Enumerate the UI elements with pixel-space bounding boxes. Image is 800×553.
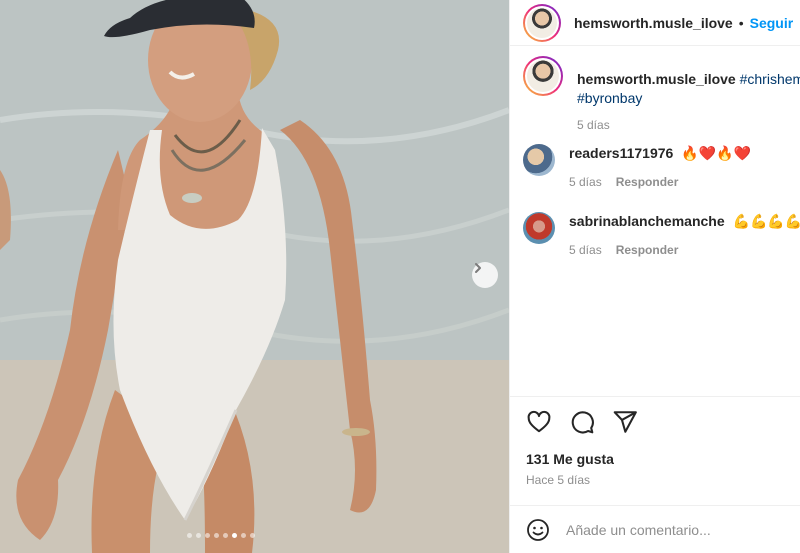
paper-plane-icon[interactable] xyxy=(612,409,638,435)
caption-avatar[interactable] xyxy=(523,56,563,96)
comment-username[interactable]: readers1171976 xyxy=(569,145,673,161)
caption-username[interactable]: hemsworth.musle_ilove xyxy=(577,71,736,87)
post-time: Hace 5 días xyxy=(526,473,591,487)
carousel-dot xyxy=(223,533,228,538)
post-photo[interactable] xyxy=(0,0,509,553)
caption-row: hemsworth.musle_ilove #chrishem #byronba… xyxy=(510,56,800,136)
commenter-avatar[interactable] xyxy=(523,212,555,244)
beach-photo-image xyxy=(0,0,509,553)
post-header: hemsworth.musle_ilove • Seguir xyxy=(510,0,800,46)
post-actions: 131 Me gusta Hace 5 días xyxy=(510,396,800,506)
heart-icon[interactable] xyxy=(526,409,552,435)
comment-username[interactable]: sabrinablanchemanche xyxy=(569,213,725,229)
comments-list: hemsworth.musle_ilove #chrishem #byronba… xyxy=(510,56,800,272)
smiley-icon[interactable] xyxy=(526,518,550,542)
comment-icon[interactable] xyxy=(569,409,595,435)
comment-text: 💪💪💪💪 xyxy=(732,213,800,229)
comment-input[interactable] xyxy=(566,521,786,538)
carousel-dot xyxy=(187,533,192,538)
carousel-next-button[interactable] xyxy=(472,262,498,288)
comment-item: readers1171976 🔥❤️🔥❤️ 5 días Responder xyxy=(510,136,800,204)
carousel-dot xyxy=(241,533,246,538)
carousel-dot xyxy=(214,533,219,538)
comment-item: sabrinablanchemanche 💪💪💪💪 5 días Respond… xyxy=(510,204,800,272)
commenter-avatar[interactable] xyxy=(523,144,555,176)
comment-time: 5 días xyxy=(569,175,602,189)
comment-text: 🔥❤️🔥❤️ xyxy=(681,145,751,161)
add-comment-bar xyxy=(510,505,800,553)
likes-count[interactable]: 131 Me gusta xyxy=(526,451,800,467)
reply-button[interactable]: Responder xyxy=(616,241,679,260)
comment-time: 5 días xyxy=(569,243,602,257)
carousel-dot xyxy=(232,533,237,538)
follow-button[interactable]: Seguir xyxy=(750,15,794,31)
caption-hashtag-chrishem[interactable]: #chrishem xyxy=(740,71,800,87)
carousel-dot xyxy=(196,533,201,538)
carousel-dot xyxy=(250,533,255,538)
profile-avatar[interactable] xyxy=(523,3,561,42)
header-username[interactable]: hemsworth.musle_ilove xyxy=(574,15,733,31)
header-separator: • xyxy=(738,14,744,31)
post-side-panel: hemsworth.musle_ilove • Seguir hemsworth… xyxy=(509,0,800,553)
caption-hashtag-byronbay[interactable]: #byronbay xyxy=(577,89,800,108)
caption-time: 5 días xyxy=(577,118,610,132)
reply-button[interactable]: Responder xyxy=(616,173,679,192)
chevron-right-icon xyxy=(475,263,481,273)
carousel-indicator xyxy=(187,533,255,538)
carousel-dot xyxy=(205,533,210,538)
